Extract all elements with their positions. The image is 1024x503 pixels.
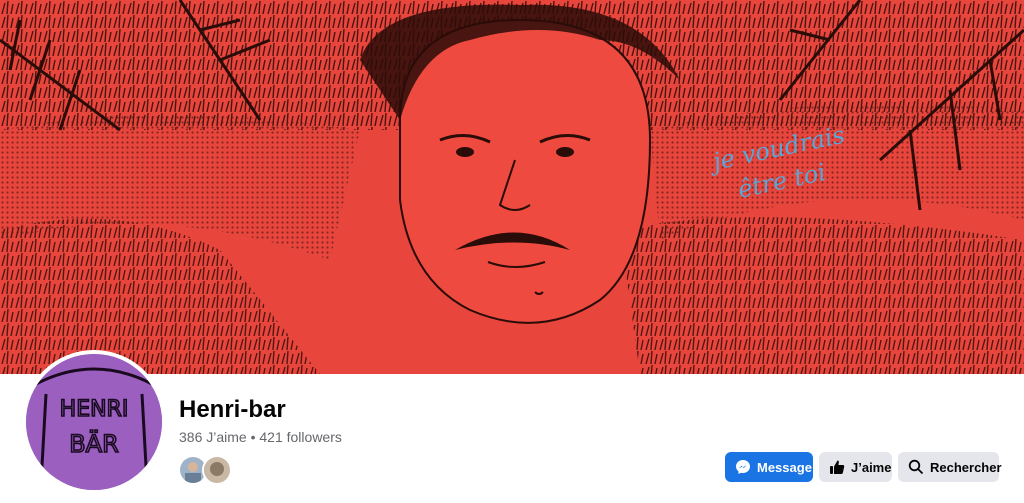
thumbs-up-icon	[829, 459, 845, 475]
friend-avatar[interactable]	[202, 455, 232, 485]
page-stats[interactable]: 386 J’aime • 421 followers	[179, 429, 342, 445]
like-button[interactable]: J’aime	[819, 452, 892, 482]
avatar[interactable]: HENRI BÄR	[26, 354, 162, 490]
friend-avatars[interactable]	[178, 455, 232, 485]
search-icon	[908, 459, 924, 475]
message-button[interactable]: Message	[725, 452, 813, 482]
search-button[interactable]: Rechercher	[898, 452, 1002, 482]
like-button-label: J’aime	[851, 459, 892, 475]
logo-text-henri: HENRI	[60, 397, 129, 422]
profile-picture-frame[interactable]: HENRI BÄR	[22, 350, 166, 494]
cover-photo[interactable]: je voudrais être toi	[0, 0, 1024, 374]
search-button-label: Rechercher	[930, 459, 1002, 475]
cover-illustration: je voudrais être toi	[0, 0, 1024, 374]
page-title[interactable]: Henri-bar	[179, 396, 286, 424]
henri-bar-logo-icon: HENRI BÄR	[26, 354, 162, 490]
messenger-icon	[735, 459, 751, 475]
logo-text-bar: BÄR	[69, 429, 119, 458]
message-button-label: Message	[757, 459, 812, 475]
